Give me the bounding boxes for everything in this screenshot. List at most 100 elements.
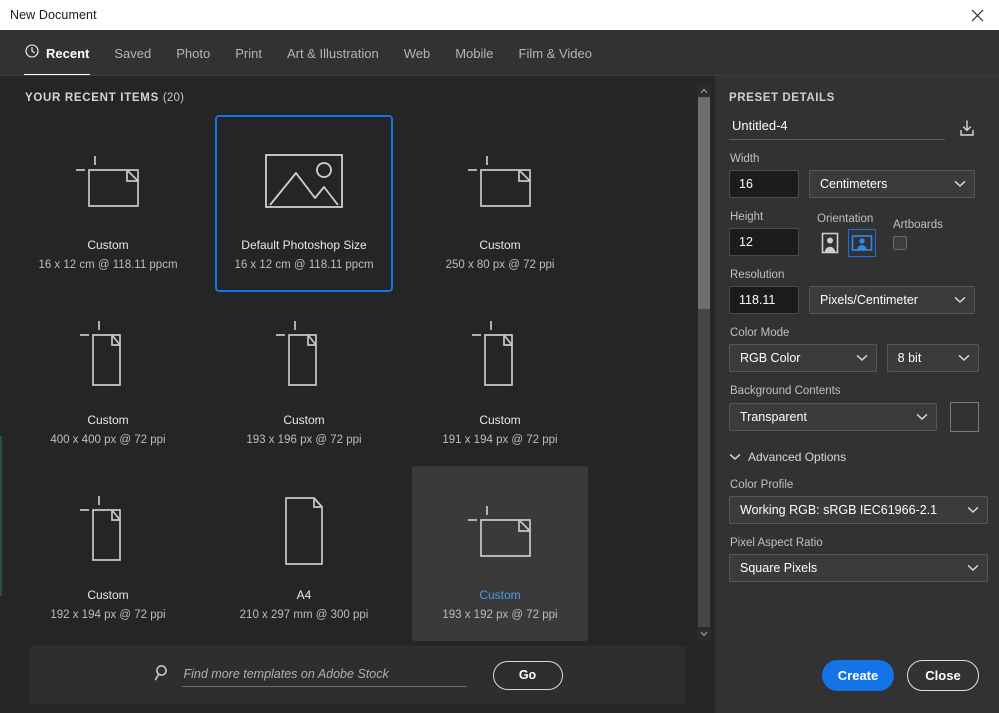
recent-items-panel: YOUR RECENT ITEMS (20) Custom 16 x 12 cm… <box>0 76 715 713</box>
landscape-orientation-icon[interactable] <box>848 229 876 257</box>
chevron-down-icon <box>954 177 966 191</box>
preset-details-title: PRESET DETAILS <box>729 92 835 104</box>
width-input[interactable] <box>729 170 799 198</box>
chevron-down-icon <box>856 351 868 365</box>
chevron-down-icon <box>729 448 741 466</box>
orientation-buttons <box>817 229 881 257</box>
bit-depth-select[interactable]: 8 bit <box>886 344 979 372</box>
recent-item-title: Custom <box>87 238 129 252</box>
scrollbar-thumb[interactable] <box>698 97 710 309</box>
grid-row: Custom 400 x 400 px @ 72 ppi Custom 193 … <box>0 291 697 466</box>
tab-label: Film & Video <box>518 45 592 61</box>
tab-recent[interactable]: Recent <box>24 30 91 76</box>
color-mode-value: RGB Color <box>740 351 801 365</box>
recent-item[interactable]: Custom 250 x 80 px @ 72 ppi <box>412 116 588 291</box>
scroll-down-icon[interactable] <box>697 627 711 640</box>
scrollbar-track[interactable] <box>698 97 710 627</box>
close-icon[interactable] <box>955 0 999 30</box>
height-block: Height <box>729 198 799 256</box>
artboards-checkbox[interactable] <box>893 236 907 250</box>
recent-item[interactable]: Custom 192 x 194 px @ 72 ppi <box>20 466 196 641</box>
recent-item[interactable]: Default Photoshop Size 16 x 12 cm @ 118.… <box>215 115 393 292</box>
create-button[interactable]: Create <box>822 660 894 691</box>
tab-web[interactable]: Web <box>403 30 432 76</box>
tab-photo[interactable]: Photo <box>175 30 211 76</box>
recent-item-title: Custom <box>479 588 521 602</box>
color-mode-row: RGB Color 8 bit <box>729 344 979 372</box>
recent-item-title: Default Photoshop Size <box>241 238 367 252</box>
search-icon <box>154 664 172 687</box>
tab-label: Art & Illustration <box>286 45 379 61</box>
color-mode-label: Color Mode <box>730 327 790 339</box>
resolution-input[interactable] <box>729 286 799 314</box>
tab-mobile[interactable]: Mobile <box>454 30 494 76</box>
landscape-doc-icon <box>460 126 540 236</box>
advanced-options-label: Advanced Options <box>748 450 847 464</box>
tabbar: Recent Saved Photo Print Art & Illustrat… <box>0 30 999 76</box>
resolution-unit-select[interactable]: Pixels/Centimeter <box>809 286 975 314</box>
color-mode-select[interactable]: RGB Color <box>729 344 877 372</box>
recent-item-subtitle: 193 x 192 px @ 72 ppi <box>442 609 558 621</box>
portrait-doc-icon <box>264 301 344 411</box>
tab-label: Recent <box>46 45 90 61</box>
scroll-up-icon[interactable] <box>697 84 711 97</box>
recent-item-subtitle: 400 x 400 px @ 72 ppi <box>50 434 166 446</box>
orientation-block: Orientation <box>817 213 881 257</box>
search-input[interactable] <box>181 663 467 687</box>
close-button[interactable]: Close <box>907 660 979 691</box>
tab-art-illustration[interactable]: Art & Illustration <box>286 30 380 76</box>
width-unit-select[interactable]: Centimeters <box>809 170 975 198</box>
height-input[interactable] <box>729 228 799 256</box>
recent-items-header: YOUR RECENT ITEMS (20) <box>25 92 184 104</box>
recent-items-scrollbar[interactable] <box>697 84 711 640</box>
color-profile-value: Working RGB: sRGB IEC61966-2.1 <box>740 503 938 517</box>
artboards-label: Artboards <box>893 219 943 231</box>
preset-details-panel: PRESET DETAILS Width Centimeters <box>715 76 999 713</box>
pixel-aspect-ratio-label: Pixel Aspect Ratio <box>730 537 823 549</box>
go-button[interactable]: Go <box>492 660 563 690</box>
tab-label: Print <box>235 45 262 61</box>
recent-item-subtitle: 16 x 12 cm @ 118.11 ppcm <box>234 259 374 271</box>
portrait-doc-icon <box>68 476 148 586</box>
recent-item[interactable]: Custom 16 x 12 cm @ 118.11 ppcm <box>20 116 196 291</box>
chevron-down-icon <box>954 293 966 307</box>
tab-film-video[interactable]: Film & Video <box>518 30 593 76</box>
recent-item-subtitle: 191 x 194 px @ 72 ppi <box>442 434 558 446</box>
resolution-label: Resolution <box>730 269 785 281</box>
width-row: Centimeters <box>729 170 979 198</box>
preset-name-input[interactable] <box>729 115 945 140</box>
artboards-block: Artboards <box>893 219 943 256</box>
background-contents-label: Background Contents <box>730 385 841 397</box>
recent-item-title: Custom <box>479 413 521 427</box>
width-unit-value: Centimeters <box>820 177 888 191</box>
tab-label: Web <box>403 45 431 61</box>
chevron-down-icon <box>967 503 979 517</box>
recent-item[interactable]: Custom 400 x 400 px @ 72 ppi <box>20 291 196 466</box>
recent-item-title: Custom <box>87 588 129 602</box>
pixel-aspect-ratio-select[interactable]: Square Pixels <box>729 554 988 582</box>
height-label: Height <box>730 211 764 223</box>
color-profile-select[interactable]: Working RGB: sRGB IEC61966-2.1 <box>729 496 988 524</box>
save-preset-icon[interactable] <box>955 116 979 140</box>
background-contents-select[interactable]: Transparent <box>729 403 938 431</box>
advanced-options-toggle[interactable]: Advanced Options <box>729 448 979 466</box>
grid-row: Custom 192 x 194 px @ 72 ppi A4 210 x 29… <box>0 466 697 641</box>
portrait-orientation-icon[interactable] <box>817 230 843 256</box>
tab-print[interactable]: Print <box>234 30 263 76</box>
portrait-doc-icon <box>460 301 540 411</box>
image-photo-icon <box>258 126 350 236</box>
recent-item[interactable]: A4 210 x 297 mm @ 300 ppi <box>216 466 392 641</box>
recent-item-subtitle: 192 x 194 px @ 72 ppi <box>50 609 166 621</box>
tab-saved[interactable]: Saved <box>113 30 152 76</box>
resolution-unit-value: Pixels/Centimeter <box>820 293 918 307</box>
tab-label: Mobile <box>455 45 494 61</box>
recent-items-title: YOUR RECENT ITEMS <box>25 92 159 104</box>
chevron-down-icon <box>958 351 970 365</box>
recent-item[interactable]: Custom 193 x 196 px @ 72 ppi <box>216 291 392 466</box>
recent-item-title: A4 <box>296 588 312 602</box>
clock-icon <box>25 43 39 63</box>
recent-item[interactable]: Custom 191 x 194 px @ 72 ppi <box>412 291 588 466</box>
background-color-swatch[interactable] <box>950 402 979 432</box>
recent-item-title: Custom <box>87 413 129 427</box>
recent-item[interactable]: Custom 193 x 192 px @ 72 ppi <box>412 466 588 641</box>
